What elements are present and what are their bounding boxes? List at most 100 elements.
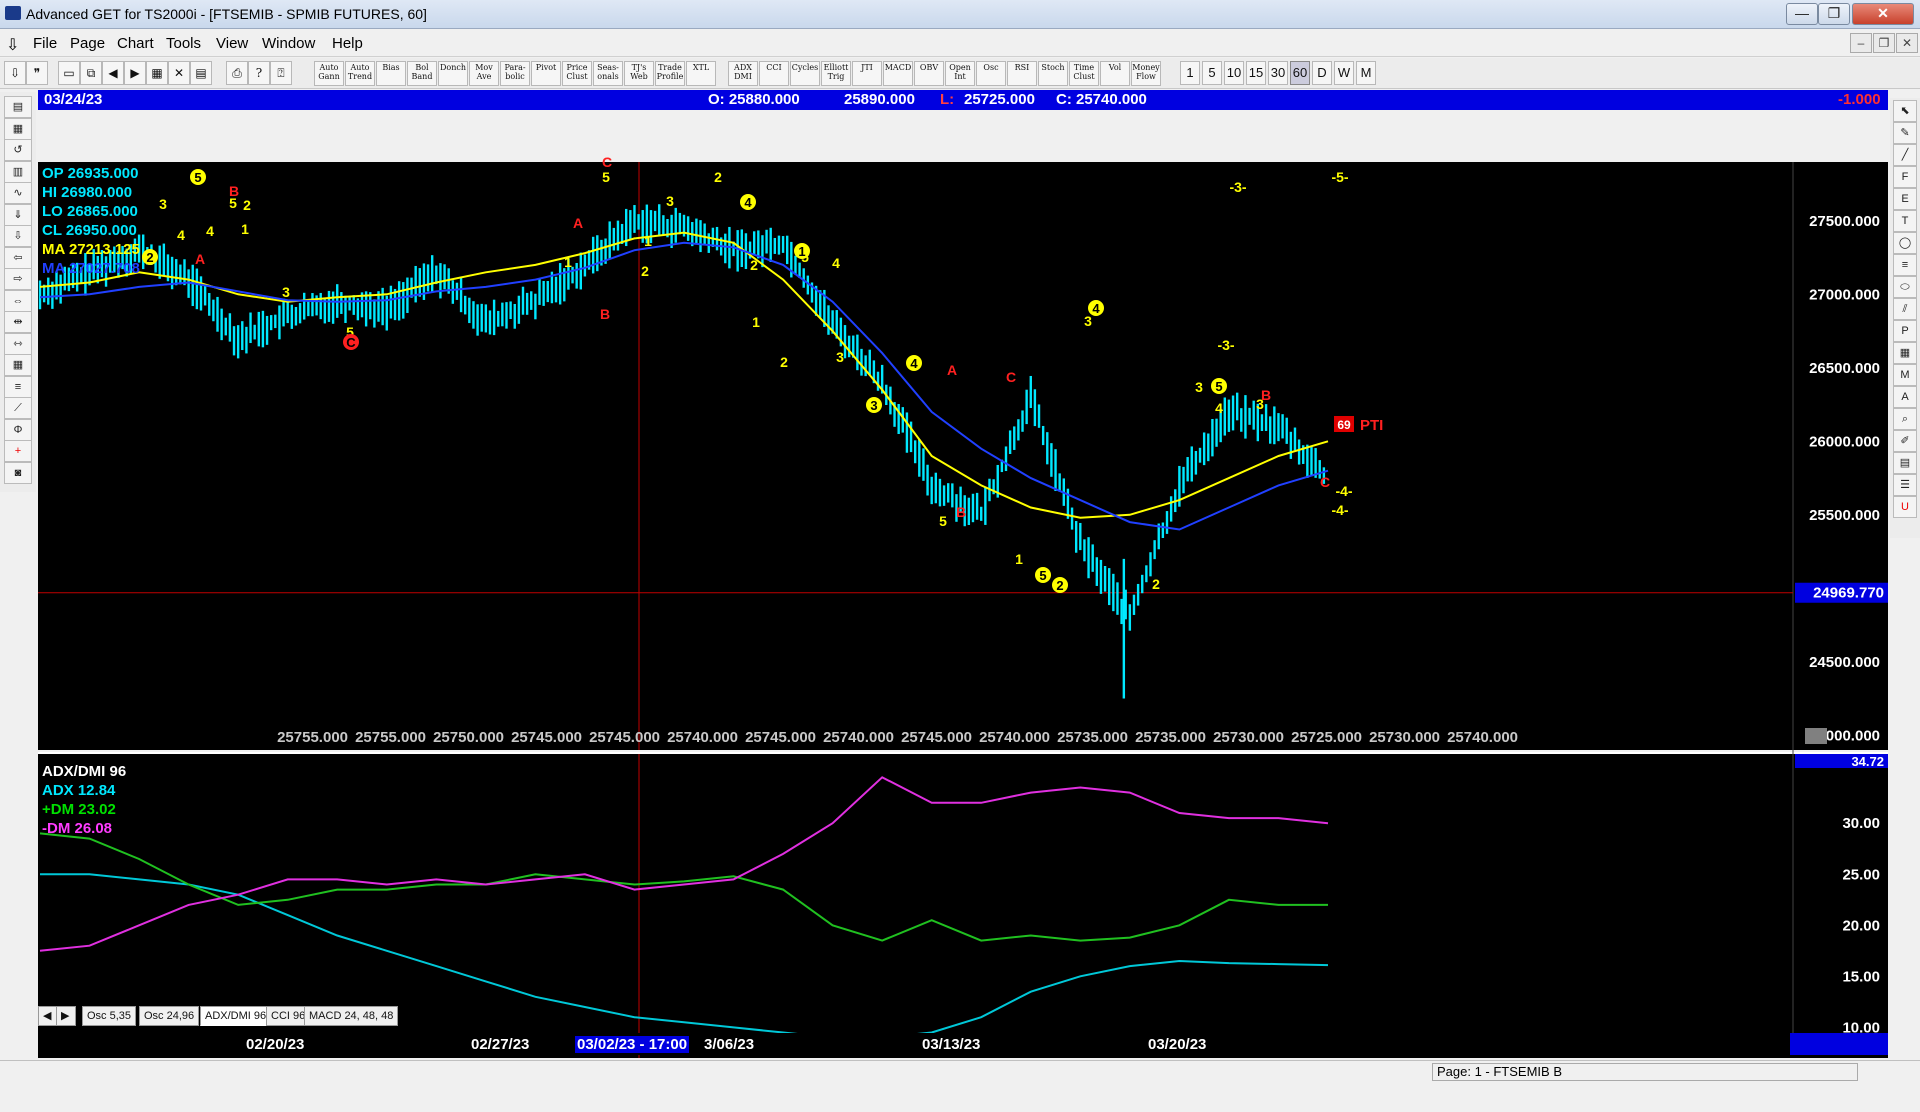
cursor-icon[interactable]: ⬉ (1893, 100, 1917, 122)
maximize-button[interactable]: ❐ (1818, 3, 1850, 25)
fib-ret-icon[interactable]: F (1893, 166, 1917, 188)
expand-icon[interactable]: ⇔ (4, 289, 32, 312)
arrow-left-icon[interactable]: ⇦ (4, 246, 32, 269)
study-button-pivot[interactable]: Pivot (531, 61, 561, 86)
grid-icon[interactable]: ▦ (1893, 342, 1917, 364)
print-icon[interactable]: ⎙ (226, 61, 248, 85)
grid-icon[interactable]: ▦ (146, 61, 168, 85)
study-button-stoch[interactable]: Stoch (1038, 61, 1068, 86)
study-button-money-flow[interactable]: Money Flow (1131, 61, 1161, 86)
study-button-donch[interactable]: Donch (438, 61, 468, 86)
tab-scroll-right[interactable]: ▶ (56, 1006, 76, 1026)
circle-icon[interactable]: ◯ (1893, 232, 1917, 254)
reset-icon[interactable]: ↺ (4, 139, 32, 161)
page-icon[interactable]: ▭ (58, 61, 80, 85)
fib-time-icon[interactable]: T (1893, 210, 1917, 232)
tab-osc-5-35[interactable]: Osc 5,35 (82, 1006, 137, 1026)
arrow-down2-icon[interactable]: ⇩ (4, 225, 32, 247)
folder-icon[interactable]: ▤ (4, 96, 32, 118)
price-chart[interactable]: 27500.00027000.00026500.00026000.0002550… (38, 112, 1888, 1112)
study-button-osc[interactable]: Osc (976, 61, 1006, 86)
study-button-rsi[interactable]: RSI (1007, 61, 1037, 86)
study-button-bol-band[interactable]: Bol Band (407, 61, 437, 86)
back-icon[interactable]: ◀ (102, 61, 124, 85)
menu-chart[interactable]: Chart (117, 35, 154, 52)
lines-icon[interactable]: ≡ (4, 375, 32, 398)
interval-button-d[interactable]: D (1312, 61, 1332, 85)
study-button-auto-gann[interactable]: Auto Gann (314, 61, 344, 86)
tab-macd[interactable]: MACD 24, 48, 48 (304, 1006, 399, 1026)
study-button-macd[interactable]: MACD (883, 61, 913, 86)
pti-icon[interactable]: P (1893, 320, 1917, 342)
ellipse-icon[interactable]: ⬭ (1893, 276, 1917, 298)
menu-page[interactable]: Page (70, 35, 105, 52)
help-icon[interactable]: ? (248, 61, 270, 85)
study-button-cci[interactable]: CCI (759, 61, 789, 86)
study2-icon[interactable]: ▥ (4, 160, 32, 183)
study-button-tj-s-web[interactable]: TJ's Web (624, 61, 654, 86)
arrow-right-icon[interactable]: ⇨ (4, 268, 32, 290)
tab-adx-dmi-96[interactable]: ADX/DMI 96 (200, 1006, 272, 1026)
study-button-mov-ave[interactable]: Mov Ave (469, 61, 499, 86)
x-icon[interactable]: ✕ (168, 61, 190, 85)
interval-button-30[interactable]: 30 (1268, 61, 1288, 85)
chart-icon[interactable]: ▤ (1893, 452, 1917, 474)
study-button-cycles[interactable]: Cycles (790, 61, 820, 86)
document-icon[interactable]: ⇩ (6, 35, 19, 55)
whatsthis-icon[interactable]: ⍰ (270, 61, 292, 85)
shrink-icon[interactable]: ⇿ (4, 332, 32, 355)
menu-view[interactable]: View (216, 35, 248, 52)
study-button-bias[interactable]: Bias (376, 61, 406, 86)
cross-icon[interactable]: + (4, 440, 32, 462)
study-button-para-bolic[interactable]: Para-bolic (500, 61, 530, 86)
text-icon[interactable]: A (1893, 386, 1917, 408)
mdi-close-button[interactable]: ✕ (1896, 33, 1918, 53)
compress-icon[interactable]: ⇹ (4, 311, 32, 333)
interval-button-60[interactable]: 60 (1290, 61, 1310, 85)
forward-icon[interactable]: ▶ (124, 61, 146, 85)
pin-icon[interactable]: ⇩ (4, 61, 26, 85)
fib-ext-icon[interactable]: E (1893, 188, 1917, 210)
quote-icon[interactable]: ❞ (26, 61, 48, 85)
tab-scroll-left[interactable]: ◀ (38, 1006, 58, 1026)
save-icon[interactable]: ◙ (4, 461, 32, 484)
channel-icon[interactable]: ⫽ (1893, 298, 1917, 320)
interval-button-1[interactable]: 1 (1180, 61, 1200, 85)
mob-icon[interactable]: M (1893, 364, 1917, 386)
study-button-open-int[interactable]: Open Int (945, 61, 975, 86)
minimize-button[interactable]: — (1786, 3, 1818, 25)
study-button-vol[interactable]: Vol (1100, 61, 1130, 86)
menu-tools[interactable]: Tools (166, 35, 201, 52)
interval-button-w[interactable]: W (1334, 61, 1354, 85)
study-button-time-clust[interactable]: Time Clust (1069, 61, 1099, 86)
line-icon[interactable]: ╱ (1893, 144, 1917, 166)
study-icon[interactable]: ▦ (4, 117, 32, 140)
study-button-price-clust[interactable]: Price Clust (562, 61, 592, 86)
elliott-icon[interactable]: ∿ (4, 182, 32, 204)
fib-icon[interactable]: Φ (4, 418, 32, 441)
menu-help[interactable]: Help (332, 35, 363, 52)
interval-button-5[interactable]: 5 (1202, 61, 1222, 85)
lines-icon[interactable]: ≡ (1893, 254, 1917, 276)
close-button[interactable]: ✕ (1852, 3, 1914, 25)
tab-osc-24-96[interactable]: Osc 24,96 (139, 1006, 200, 1026)
study-button-adx-dmi[interactable]: ADX DMI (728, 61, 758, 86)
study-button-jti[interactable]: JTI (852, 61, 882, 86)
pencil-icon[interactable]: ✎ (1893, 122, 1917, 144)
gann-icon[interactable]: ⟋ (4, 397, 32, 419)
mdi-restore-button[interactable]: ❐ (1873, 33, 1895, 53)
pen-icon[interactable]: ✐ (1893, 430, 1917, 452)
study-button-trade-profile[interactable]: Trade Profile (655, 61, 685, 86)
interval-button-10[interactable]: 10 (1224, 61, 1244, 85)
grid2-icon[interactable]: ▤ (190, 61, 212, 85)
menu-window[interactable]: Window (262, 35, 315, 52)
zoom-icon[interactable]: ⌕ (1893, 408, 1917, 430)
menu-file[interactable]: File (33, 35, 57, 52)
list-icon[interactable]: ☰ (1893, 474, 1917, 496)
copy-icon[interactable]: ⧉ (80, 61, 102, 85)
interval-button-15[interactable]: 15 (1246, 61, 1266, 85)
study-button-elliott-trig[interactable]: Elliott Trig (821, 61, 851, 86)
grid-icon[interactable]: ▦ (4, 354, 32, 376)
arrow-down-icon[interactable]: ⇓ (4, 203, 32, 226)
study-button-obv[interactable]: OBV (914, 61, 944, 86)
